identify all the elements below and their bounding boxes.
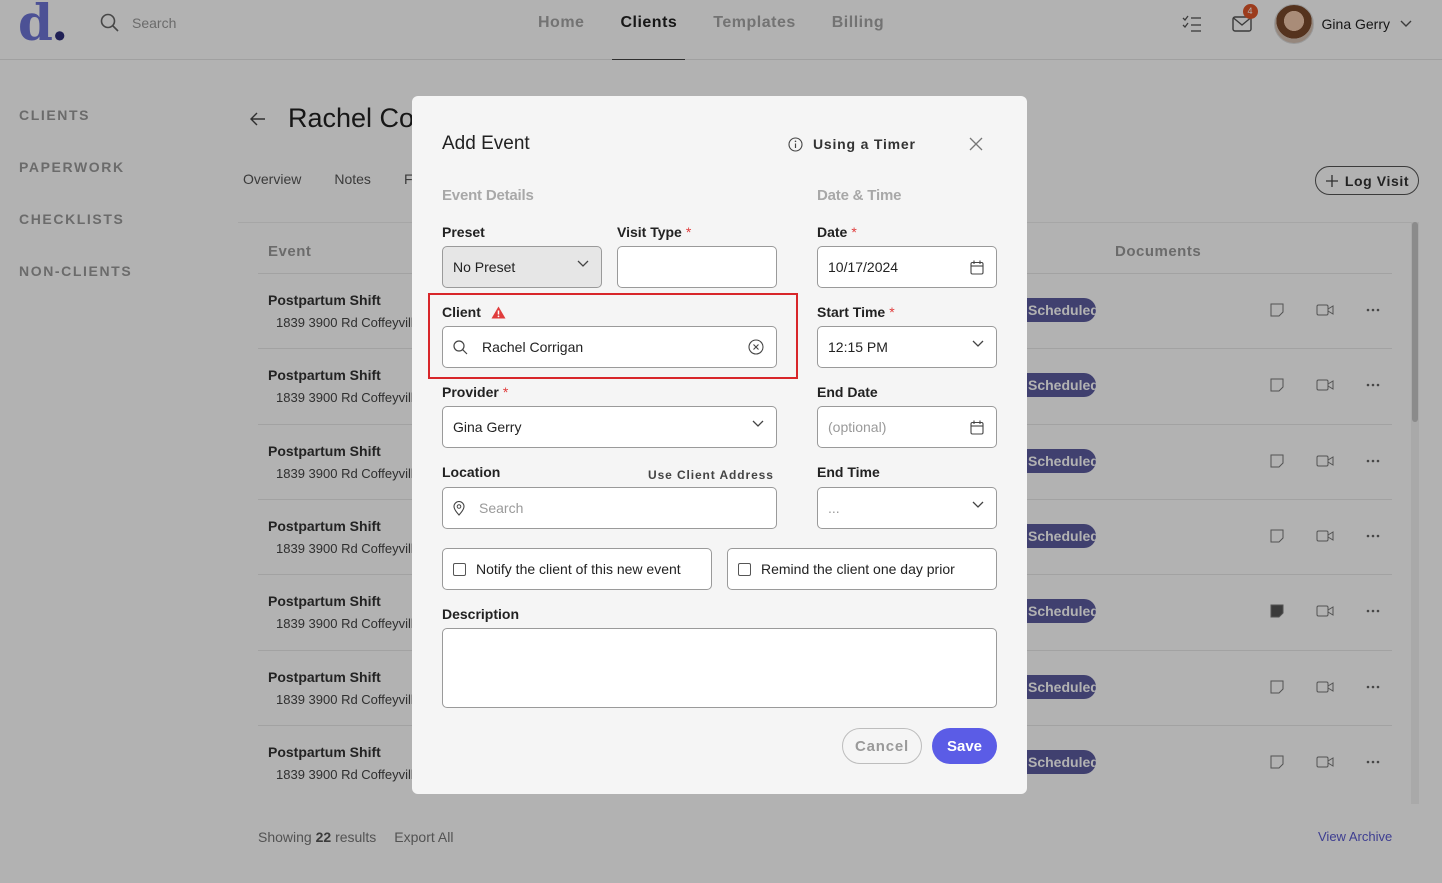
end-date-input[interactable]: (optional)	[817, 406, 997, 448]
notify-checkbox-box[interactable]	[453, 562, 466, 576]
provider-label: Provider *	[442, 384, 509, 400]
remind-checkbox-box[interactable]	[738, 562, 751, 576]
notify-label: Notify the client of this new event	[476, 561, 681, 577]
date-input[interactable]: 10/17/2024	[817, 246, 997, 288]
search-icon	[453, 339, 468, 354]
cancel-button[interactable]: Cancel	[842, 728, 922, 764]
preset-value: No Preset	[453, 259, 516, 275]
info-icon	[788, 136, 803, 152]
chevron-down-icon	[972, 501, 984, 508]
close-icon[interactable]	[968, 136, 984, 152]
chevron-down-icon	[577, 260, 589, 267]
chevron-down-icon	[972, 340, 984, 347]
add-event-modal: Add Event Using a Timer Event Details Da…	[412, 96, 1027, 794]
clear-icon[interactable]	[748, 339, 764, 355]
start-time-label: Start Time *	[817, 304, 895, 320]
provider-value: Gina Gerry	[453, 419, 522, 435]
provider-select[interactable]: Gina Gerry	[442, 406, 777, 448]
date-time-heading: Date & Time	[817, 187, 902, 204]
calendar-icon[interactable]	[970, 420, 984, 435]
start-time-select[interactable]: 12:15 PM	[817, 326, 997, 368]
remind-client-checkbox[interactable]: Remind the client one day prior	[727, 548, 997, 590]
start-time-value: 12:15 PM	[828, 339, 888, 355]
end-date-placeholder: (optional)	[828, 419, 887, 435]
notify-client-checkbox[interactable]: Notify the client of this new event	[442, 548, 712, 590]
end-date-label: End Date	[817, 384, 878, 400]
date-value: 10/17/2024	[828, 259, 899, 275]
date-label: Date *	[817, 224, 857, 240]
end-time-label: End Time	[817, 464, 880, 480]
warning-icon	[491, 306, 506, 318]
modal-title: Add Event	[442, 133, 530, 154]
location-input[interactable]: Search	[442, 487, 777, 529]
client-value: Rachel Corrigan	[482, 339, 584, 355]
location-placeholder: Search	[479, 500, 524, 516]
location-pin-icon	[453, 500, 465, 516]
client-label: Client	[442, 304, 506, 320]
visit-type-input[interactable]	[617, 246, 777, 288]
remind-label: Remind the client one day prior	[761, 561, 955, 577]
end-time-select[interactable]: ...	[817, 487, 997, 529]
client-input[interactable]: Rachel Corrigan	[442, 326, 777, 368]
end-time-placeholder: ...	[828, 500, 840, 516]
description-label: Description	[442, 606, 520, 622]
event-details-heading: Event Details	[442, 187, 534, 204]
description-textarea[interactable]	[442, 628, 997, 708]
save-button[interactable]: Save	[932, 728, 997, 764]
using-timer-link[interactable]: Using a Timer	[788, 136, 916, 152]
visit-type-label: Visit Type *	[617, 224, 692, 240]
calendar-icon[interactable]	[970, 260, 984, 275]
chevron-down-icon	[752, 420, 764, 427]
use-client-address-link[interactable]: Use Client Address	[648, 468, 774, 482]
location-label: Location	[442, 464, 501, 480]
preset-select[interactable]: No Preset	[442, 246, 602, 288]
using-timer-label: Using a Timer	[813, 136, 916, 152]
preset-label: Preset	[442, 224, 485, 240]
